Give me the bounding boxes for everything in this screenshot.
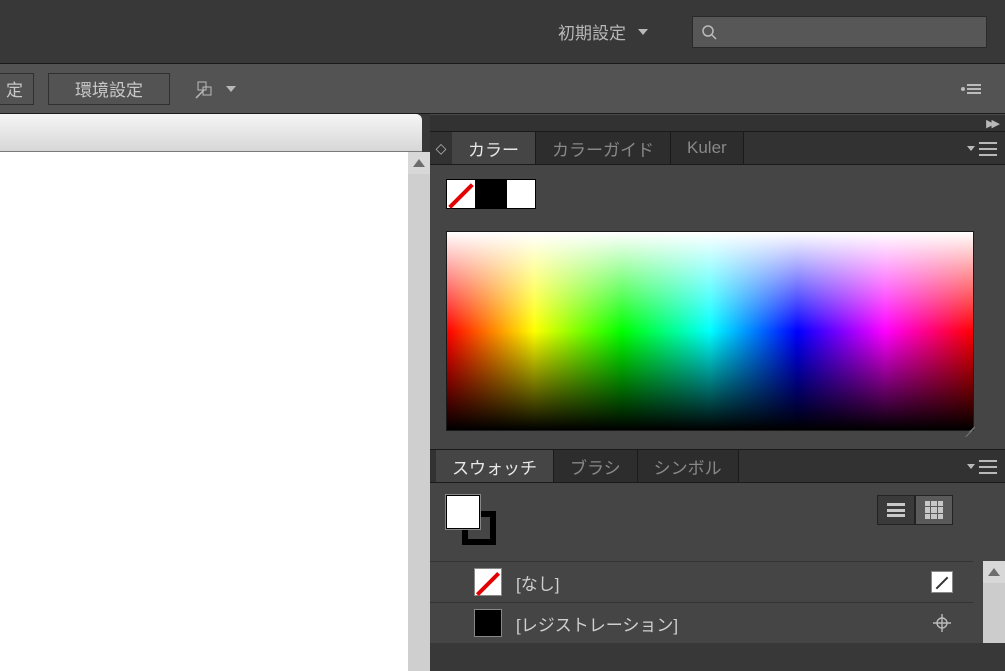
search-icon — [701, 24, 717, 40]
tab-symbols[interactable]: シンボル — [638, 450, 739, 482]
tab-swatches-label: スウォッチ — [452, 454, 537, 479]
search-field[interactable] — [723, 24, 978, 39]
registration-swatch-icon — [474, 609, 502, 637]
list-icon — [887, 503, 905, 517]
swatch-row-none[interactable]: [なし] — [430, 561, 973, 602]
application-topbar: 初期設定 — [0, 0, 1005, 64]
tab-color-guide[interactable]: カラーガイド — [536, 132, 671, 164]
tab-kuler-label: Kuler — [687, 138, 727, 158]
color-spectrum-picker[interactable] — [446, 231, 974, 431]
workspace-label: 初期設定 — [558, 19, 626, 44]
panels-column: ▶▶ ◇ カラー カラーガイド Kuler — [430, 114, 1005, 671]
chevron-down-icon — [226, 86, 236, 92]
panels-collapse-button[interactable]: ▶▶ — [430, 114, 1005, 132]
tab-color[interactable]: カラー — [452, 132, 536, 164]
color-panel-menu[interactable] — [964, 132, 997, 165]
tab-color-label: カラー — [468, 136, 519, 161]
tab-swatches[interactable]: スウォッチ — [436, 450, 554, 482]
preferences-button[interactable]: 環境設定 — [48, 73, 170, 105]
color-panel-tabs: ◇ カラー カラーガイド Kuler — [430, 132, 1005, 165]
swatch-list: [なし] [レジストレーション] — [430, 561, 1005, 643]
preferences-button-label: 環境設定 — [75, 76, 143, 101]
chevron-down-icon — [967, 464, 975, 469]
scroll-up-button[interactable] — [983, 561, 1005, 583]
triangle-up-icon — [988, 568, 1000, 576]
swatch-label: [なし] — [516, 570, 917, 595]
vertical-scrollbar[interactable] — [408, 152, 430, 671]
swatches-panel-tabs: スウォッチ ブラシ シンボル — [430, 450, 1005, 483]
double-chevron-right-icon: ▶▶ — [986, 117, 997, 130]
tab-kuler[interactable]: Kuler — [671, 132, 744, 164]
panel-options-icon[interactable] — [961, 78, 983, 100]
registration-mark-icon — [931, 612, 953, 634]
chevron-down-icon — [967, 146, 975, 151]
color-quick-chips — [446, 179, 989, 209]
none-swatch-icon — [474, 568, 502, 596]
workspace-switcher[interactable]: 初期設定 — [550, 15, 656, 48]
chevron-down-icon — [638, 29, 648, 35]
resize-handle-icon[interactable] — [964, 421, 976, 433]
tab-brushes[interactable]: ブラシ — [554, 450, 638, 482]
swatches-panel-menu[interactable] — [964, 450, 997, 483]
fill-swatch[interactable] — [446, 495, 480, 529]
options-button-partial[interactable]: 定 — [0, 73, 34, 105]
swatches-top-row — [446, 495, 989, 545]
scroll-up-button[interactable] — [408, 152, 430, 174]
white-color-chip[interactable] — [506, 179, 536, 209]
list-view-button[interactable] — [877, 495, 915, 525]
menu-icon — [979, 142, 997, 156]
black-color-chip[interactable] — [476, 179, 506, 209]
tab-color-guide-label: カラーガイド — [552, 136, 654, 161]
swatch-label: [レジストレーション] — [516, 611, 917, 636]
swatches-panel-body: [なし] [レジストレーション] — [430, 483, 1005, 643]
swatch-view-buttons — [877, 495, 953, 525]
options-bar: 定 環境設定 — [0, 64, 1005, 114]
swatch-row-registration[interactable]: [レジストレーション] — [430, 602, 973, 643]
align-icon — [194, 78, 216, 100]
tab-symbols-label: シンボル — [654, 454, 722, 479]
panel-size-toggle-icon[interactable]: ◇ — [430, 132, 452, 164]
tab-brushes-label: ブラシ — [570, 454, 621, 479]
menu-icon — [979, 460, 997, 474]
document-tab-strip[interactable] — [0, 114, 422, 152]
triangle-up-icon — [413, 159, 425, 167]
canvas[interactable] — [0, 152, 408, 671]
options-dropdown[interactable] — [194, 78, 236, 100]
grid-icon — [925, 501, 943, 519]
swatch-list-scrollbar[interactable] — [983, 561, 1005, 643]
search-input[interactable] — [692, 16, 987, 48]
non-editable-icon — [931, 571, 953, 593]
grid-view-button[interactable] — [915, 495, 953, 525]
fill-stroke-indicator[interactable] — [446, 495, 496, 545]
color-panel-body — [430, 165, 1005, 450]
options-button-partial-label: 定 — [6, 76, 23, 101]
none-color-chip[interactable] — [446, 179, 476, 209]
